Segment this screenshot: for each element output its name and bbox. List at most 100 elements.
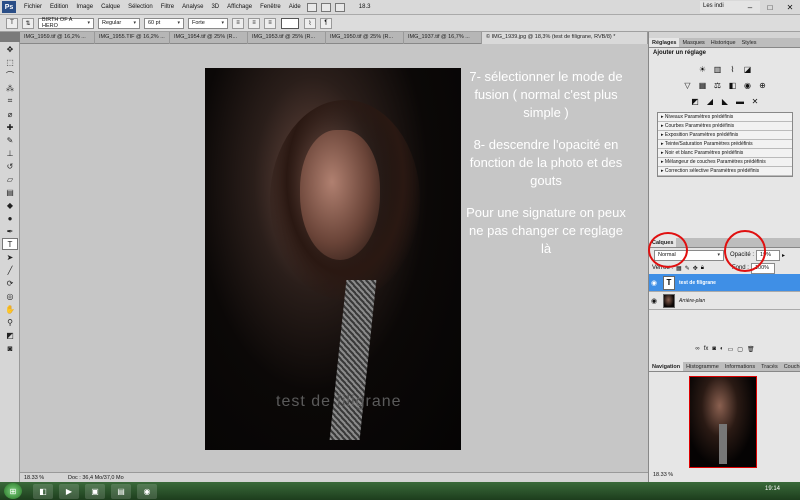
move-tool-icon[interactable]: ✥: [2, 43, 18, 55]
photo-filter-icon[interactable]: ◉: [742, 80, 753, 90]
tab-navigation[interactable]: Navigation: [649, 362, 684, 371]
minibridge-icon[interactable]: [320, 2, 331, 12]
folder-icon[interactable]: ▤: [111, 483, 131, 499]
invert-icon[interactable]: ◩: [690, 96, 701, 106]
layer-name[interactable]: Arrière-plan: [679, 298, 705, 304]
chevron-right-icon[interactable]: ▸: [782, 252, 785, 259]
media-icon[interactable]: ▶: [59, 483, 79, 499]
layer-row-watermark[interactable]: ◉ T test de filigrane: [649, 274, 800, 292]
stamp-tool-icon[interactable]: ⊥: [2, 147, 18, 159]
lock-brush-icon[interactable]: ✎: [685, 265, 690, 272]
layer-style-icon[interactable]: fx: [704, 346, 709, 358]
quick-select-tool-icon[interactable]: ⁂: [2, 82, 18, 94]
menu-edition[interactable]: Edition: [46, 4, 72, 10]
bridge-icon[interactable]: [306, 2, 317, 12]
menu-filtre[interactable]: Filtre: [157, 4, 178, 10]
start-button[interactable]: ⊞: [4, 483, 22, 499]
firefox-icon[interactable]: ◉: [137, 483, 157, 499]
preset-item[interactable]: Noir et blanc Paramètres prédéfinis: [658, 149, 792, 158]
menu-fenetre[interactable]: Fenêtre: [256, 4, 285, 10]
hand-tool-icon[interactable]: ✋: [2, 303, 18, 315]
text-orientation-icon[interactable]: ⇅: [22, 17, 34, 29]
warp-text-icon[interactable]: ⌇: [304, 17, 316, 29]
zoom-level[interactable]: 18.3: [355, 4, 375, 10]
menu-analyse[interactable]: Analyse: [178, 4, 207, 10]
menu-calque[interactable]: Calque: [97, 4, 124, 10]
posterize-icon[interactable]: ◢: [705, 96, 716, 106]
minimize-icon[interactable]: –: [740, 0, 760, 14]
doc-tab-active[interactable]: © IMG_1939.jpg @ 18,3% (test de filigran…: [482, 32, 648, 44]
gradient-map-icon[interactable]: ▬: [735, 96, 746, 106]
new-layer-icon[interactable]: ▢: [737, 346, 743, 358]
layer-row-background[interactable]: ◉ Arrière-plan: [649, 292, 800, 310]
lock-all-icon[interactable]: 🔒︎: [701, 265, 704, 272]
3d-rotate-tool-icon[interactable]: ⟳: [2, 277, 18, 289]
visibility-eye-icon[interactable]: ◉: [649, 279, 659, 287]
tab-reglages[interactable]: Réglages: [649, 38, 680, 47]
path-select-tool-icon[interactable]: ➤: [2, 251, 18, 263]
watermark-text[interactable]: test de filigrane: [276, 393, 402, 411]
font-style-select[interactable]: Regular ▾: [98, 17, 140, 29]
preset-item[interactable]: Courbes Paramètres prédéfinis: [658, 122, 792, 131]
eraser-tool-icon[interactable]: ▱: [2, 173, 18, 185]
tab-styles[interactable]: Styles: [739, 38, 760, 47]
tab-couches[interactable]: Couches: [781, 362, 800, 371]
menu-aide[interactable]: Aide: [285, 4, 305, 10]
character-panel-icon[interactable]: ¶: [320, 17, 332, 29]
pen-tool-icon[interactable]: ✒: [2, 225, 18, 237]
add-mask-icon[interactable]: ◙: [712, 346, 716, 358]
align-right-icon[interactable]: ≡: [264, 17, 276, 29]
eyedropper-tool-icon[interactable]: ⌀: [2, 108, 18, 120]
tab-informations[interactable]: Informations: [722, 362, 758, 371]
arrange-icon[interactable]: [334, 2, 345, 12]
menu-fichier[interactable]: Fichier: [20, 4, 46, 10]
align-center-icon[interactable]: ≡: [248, 17, 260, 29]
visibility-eye-icon[interactable]: ◉: [649, 297, 659, 305]
3d-orbit-tool-icon[interactable]: ◎: [2, 290, 18, 302]
navigator-zoom[interactable]: 18.33 %: [653, 472, 673, 478]
align-left-icon[interactable]: ≡: [232, 17, 244, 29]
layer-name[interactable]: test de filigrane: [679, 280, 716, 286]
menu-image[interactable]: Image: [72, 4, 97, 10]
gradient-tool-icon[interactable]: ▤: [2, 186, 18, 198]
doc-tab[interactable]: IMG_1955.TIF @ 16,2% ...: [95, 32, 170, 44]
lock-move-icon[interactable]: ✥: [693, 265, 698, 272]
menu-selection[interactable]: Sélection: [124, 4, 157, 10]
menu-affichage[interactable]: Affichage: [223, 4, 256, 10]
doc-tab[interactable]: IMG_1950.tif @ 25% (R...: [326, 32, 404, 44]
zoom-tool-icon[interactable]: ⚲: [2, 316, 18, 328]
doc-tab[interactable]: IMG_1937.tif @ 16,7% ...: [404, 32, 482, 44]
black-white-icon[interactable]: ◧: [727, 80, 738, 90]
brightness-icon[interactable]: ☀: [697, 64, 708, 74]
dodge-tool-icon[interactable]: ●: [2, 212, 18, 224]
preset-item[interactable]: Teinte/Saturation Paramètres prédéfinis: [658, 140, 792, 149]
threshold-icon[interactable]: ◣: [720, 96, 731, 106]
doc-tab[interactable]: IMG_1954.tif @ 25% (R...: [170, 32, 248, 44]
preset-item[interactable]: Correction sélective Paramètres prédéfin…: [658, 167, 792, 176]
preset-item[interactable]: Mélangeur de couches Paramètres prédéfin…: [658, 158, 792, 167]
shape-tool-icon[interactable]: ╱: [2, 264, 18, 276]
doc-tab[interactable]: IMG_1959.tif @ 16,2% ...: [20, 32, 95, 44]
type-tool-icon[interactable]: T: [6, 17, 18, 29]
tab-historique[interactable]: Historique: [708, 38, 739, 47]
tab-masques[interactable]: Masques: [679, 38, 707, 47]
status-zoom[interactable]: 18.33 %: [24, 475, 54, 481]
trash-icon[interactable]: 🗑︎: [747, 346, 755, 358]
link-layers-icon[interactable]: ∞: [695, 346, 699, 358]
font-family-select[interactable]: BIRTH OF A HERO ▾: [38, 17, 94, 29]
hue-saturation-icon[interactable]: ▦: [697, 80, 708, 90]
levels-icon[interactable]: ▥: [712, 64, 723, 74]
blur-tool-icon[interactable]: ◆: [2, 199, 18, 211]
menu-3d[interactable]: 3D: [207, 4, 223, 10]
quick-mask-icon[interactable]: ◙: [2, 342, 18, 354]
explorer-icon[interactable]: ◧: [33, 483, 53, 499]
text-color-swatch[interactable]: [281, 17, 299, 29]
antialias-select[interactable]: Forte ▾: [188, 17, 228, 29]
color-balance-icon[interactable]: ⚖: [712, 80, 723, 90]
color-swatches-icon[interactable]: ◩: [2, 329, 18, 341]
marquee-tool-icon[interactable]: ⬚: [2, 56, 18, 68]
close-icon[interactable]: ✕: [780, 0, 800, 14]
exposure-icon[interactable]: ◪: [742, 64, 753, 74]
photoshop-task-icon[interactable]: ▣: [85, 483, 105, 499]
selective-color-icon[interactable]: ✕: [750, 96, 761, 106]
